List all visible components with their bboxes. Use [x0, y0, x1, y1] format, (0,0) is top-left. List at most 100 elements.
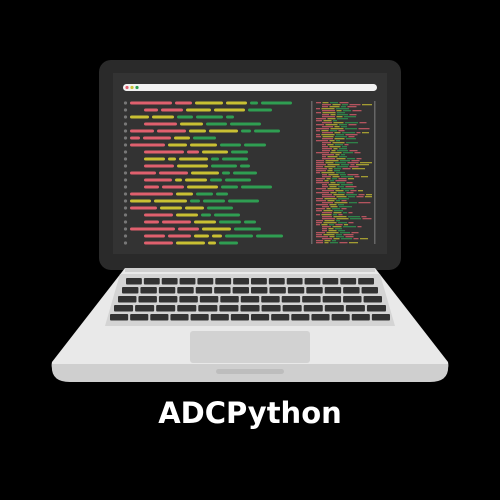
keyboard-key[interactable]	[190, 314, 209, 321]
keyboard-key[interactable]	[122, 287, 139, 294]
minimap-token	[344, 144, 349, 146]
keyboard-key[interactable]	[140, 287, 157, 294]
keyboard-key[interactable]	[158, 287, 176, 294]
keyboard-key[interactable]	[371, 314, 390, 321]
keyboard-key[interactable]	[351, 314, 370, 321]
keyboard-key[interactable]	[240, 296, 260, 303]
keyboard-key[interactable]	[230, 314, 249, 321]
minimap-token	[333, 120, 337, 122]
keyboard-key[interactable]	[198, 305, 218, 312]
keyboard-key[interactable]	[158, 296, 178, 303]
keyboard-key[interactable]	[302, 296, 321, 303]
minimap-token	[333, 212, 342, 214]
keyboard-key[interactable]	[130, 314, 149, 321]
minimap-token	[316, 130, 320, 132]
keyboard-key[interactable]	[156, 305, 176, 312]
keyboard-key[interactable]	[282, 305, 302, 312]
keyboard-key[interactable]	[233, 278, 249, 285]
keyboard-key[interactable]	[179, 278, 196, 285]
minimap-token	[347, 158, 355, 160]
keyboard-key[interactable]	[240, 305, 260, 312]
minimap-token	[334, 138, 345, 140]
keyboard-key[interactable]	[261, 296, 280, 303]
minimap-token	[330, 192, 337, 194]
keyboard-key[interactable]	[210, 314, 229, 321]
code-token	[196, 115, 223, 119]
code-token	[144, 164, 174, 168]
keyboard-key[interactable]	[110, 314, 129, 321]
minimap-token	[358, 202, 371, 204]
minimap-token	[360, 162, 372, 164]
keyboard-key[interactable]	[251, 287, 268, 294]
keyboard-key[interactable]	[126, 278, 142, 285]
keyboard-key[interactable]	[232, 287, 249, 294]
keyboard-key[interactable]	[322, 278, 339, 285]
keyboard-key[interactable]	[150, 314, 169, 321]
keyboard-key[interactable]	[179, 296, 198, 303]
keyboard-key[interactable]	[170, 314, 189, 321]
keyboard-key[interactable]	[161, 278, 178, 285]
keyboard-key[interactable]	[303, 305, 323, 312]
minimap-token	[322, 132, 333, 134]
keyboard-key[interactable]	[214, 287, 231, 294]
keyboard-key[interactable]	[343, 296, 362, 303]
minimap-token	[336, 236, 344, 238]
keyboard-key[interactable]	[135, 305, 155, 312]
code-token	[144, 150, 184, 154]
line-marker	[123, 157, 128, 161]
code-token	[219, 220, 241, 224]
minimap-token	[332, 176, 340, 178]
minimap-token	[336, 158, 346, 160]
keyboard-key[interactable]	[287, 287, 305, 294]
keyboard-key[interactable]	[177, 287, 194, 294]
minimap-token	[322, 202, 333, 204]
code-token	[194, 220, 216, 224]
keyboard-key[interactable]	[177, 305, 197, 312]
keyboard-key[interactable]	[251, 278, 267, 285]
keyboard-key[interactable]	[195, 287, 213, 294]
minimap-token	[337, 114, 348, 116]
keyboard-key[interactable]	[366, 305, 386, 312]
minimap-token	[327, 118, 336, 120]
keyboard-key[interactable]	[340, 278, 357, 285]
keyboard-key[interactable]	[358, 278, 374, 285]
minimap-token	[356, 132, 361, 134]
keyboard-key[interactable]	[271, 314, 290, 321]
keyboard-key[interactable]	[331, 314, 350, 321]
keyboard-key[interactable]	[306, 287, 323, 294]
keyboard-key[interactable]	[199, 296, 219, 303]
keyboard-key[interactable]	[281, 296, 301, 303]
keyboard-key[interactable]	[215, 278, 232, 285]
keyboard-key[interactable]	[219, 305, 239, 312]
line-marker	[123, 136, 128, 140]
keyboard-key[interactable]	[345, 305, 365, 312]
keyboard-key[interactable]	[286, 278, 303, 285]
minimap-token	[333, 214, 337, 216]
keyboard-key[interactable]	[304, 278, 321, 285]
keyboard-key[interactable]	[268, 278, 285, 285]
keyboard-key[interactable]	[220, 296, 239, 303]
keyboard-key[interactable]	[138, 296, 157, 303]
keyboard-key[interactable]	[118, 296, 137, 303]
keyboard-key[interactable]	[143, 278, 160, 285]
keyboard-key[interactable]	[311, 314, 330, 321]
trackpad[interactable]	[190, 331, 310, 363]
keyboard-key[interactable]	[322, 296, 342, 303]
keyboard-key[interactable]	[251, 314, 270, 321]
minimap-token	[358, 194, 365, 196]
keyboard-key[interactable]	[363, 296, 382, 303]
keyboard-key[interactable]	[361, 287, 378, 294]
code-token	[187, 185, 218, 189]
line-marker	[123, 122, 128, 126]
keyboard-key[interactable]	[197, 278, 214, 285]
keyboard-key[interactable]	[269, 287, 286, 294]
keyboard-key[interactable]	[261, 305, 281, 312]
keyboard-key[interactable]	[324, 305, 344, 312]
keyboard-key[interactable]	[291, 314, 310, 321]
keyboard-key[interactable]	[324, 287, 342, 294]
code-token	[130, 192, 173, 196]
code-token	[144, 213, 173, 217]
keyboard-key[interactable]	[343, 287, 360, 294]
minimap-token	[333, 122, 344, 124]
keyboard-key[interactable]	[114, 305, 134, 312]
